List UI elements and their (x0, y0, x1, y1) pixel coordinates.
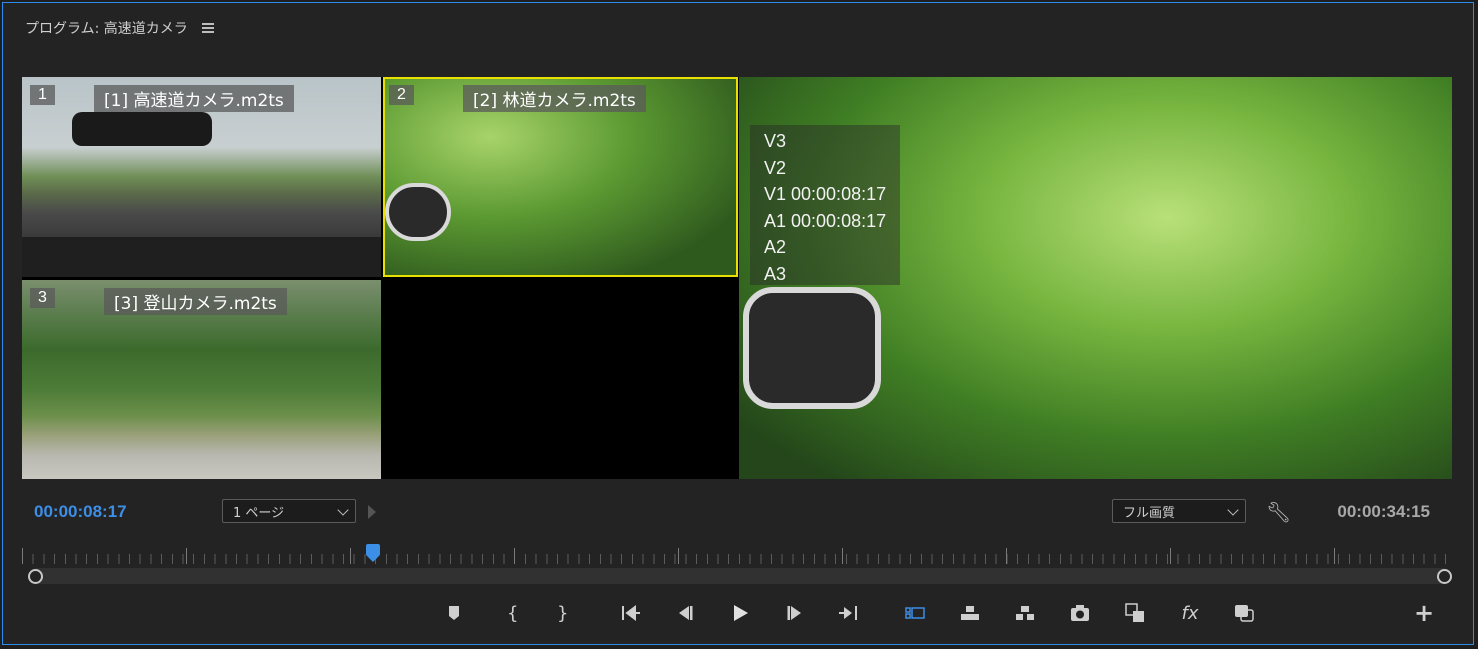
time-ruler[interactable] (22, 540, 1452, 566)
camera-1-tile[interactable]: 1 [1] 高速道カメラ.m2ts (22, 77, 381, 277)
playback-quality-select[interactable]: フル画質 (1112, 499, 1246, 523)
zoom-handle-right[interactable] (1437, 569, 1452, 584)
page-select-value: 1 ページ (233, 505, 285, 521)
next-page-icon[interactable] (368, 505, 376, 519)
empty-camera-tile (383, 280, 738, 479)
track-timecode-list: V3 V2 V1 00:00:08:17 A1 00:00:08:17 A2 A… (764, 128, 886, 287)
multicam-view-icon[interactable] (900, 598, 930, 628)
camera-2-number: 2 (389, 85, 414, 105)
track-v1: V1 00:00:08:17 (764, 184, 887, 204)
comparison-view-icon[interactable] (1120, 598, 1150, 628)
wrench-icon[interactable]: 🔧︎ (1266, 500, 1291, 524)
export-frame-icon[interactable] (1065, 598, 1095, 628)
camera-1-number: 1 (30, 85, 55, 105)
multicam-viewer: 1 [1] 高速道カメラ.m2ts 2 [2] 林道カメラ.m2ts 3 [3]… (22, 77, 1452, 479)
duration-timecode: 00:00:34:15 (1337, 502, 1430, 521)
svg-text:{: { (507, 603, 518, 624)
track-a2: A2 (764, 237, 787, 257)
camera-2-name: [2] 林道カメラ.m2ts (463, 85, 646, 112)
camera-3-number: 3 (30, 288, 55, 308)
camera-3-tile[interactable]: 3 [3] 登山カメラ.m2ts (22, 280, 381, 479)
camera-1-name: [1] 高速道カメラ.m2ts (94, 85, 294, 112)
current-timecode[interactable]: 00:00:08:17 (34, 502, 127, 522)
play-icon[interactable] (725, 598, 755, 628)
track-a3: A3 (764, 263, 787, 284)
quality-select-value: フル画質 (1123, 505, 1176, 521)
track-v3: V3 (764, 131, 787, 151)
marker-icon[interactable] (439, 598, 469, 628)
page-select[interactable]: 1 ページ (222, 499, 356, 523)
step-back-icon[interactable] (670, 598, 700, 628)
add-button-icon[interactable]: + (1409, 598, 1439, 628)
track-a1: A1 00:00:08:17 (764, 210, 887, 231)
go-to-in-icon[interactable] (616, 598, 646, 628)
playhead[interactable] (366, 544, 380, 562)
zoom-scroll-bar[interactable] (30, 568, 1450, 584)
mark-out-icon[interactable]: } (546, 598, 576, 628)
lift-icon[interactable] (955, 598, 985, 628)
panel-header: プログラム: 高速道カメラ (25, 17, 214, 39)
panel-title[interactable]: プログラム: 高速道カメラ (25, 18, 188, 38)
panel-menu-icon[interactable] (201, 23, 214, 33)
ruler-major-ticks (22, 548, 1452, 564)
extract-icon[interactable] (1010, 598, 1040, 628)
proxy-toggle-icon[interactable] (1229, 598, 1259, 628)
chevron-down-icon (337, 504, 349, 516)
go-to-out-icon[interactable] (833, 598, 863, 628)
mark-in-icon[interactable]: { (496, 598, 526, 628)
track-v2: V2 (764, 157, 787, 178)
zoom-handle-left[interactable] (28, 569, 43, 584)
chevron-down-icon (1227, 504, 1239, 516)
camera-2-tile[interactable]: 2 [2] 林道カメラ.m2ts (383, 77, 738, 277)
svg-text:}: } (557, 603, 568, 624)
fx-icon[interactable]: fx (1175, 598, 1205, 628)
camera-3-name: [3] 登山カメラ.m2ts (104, 288, 287, 315)
step-forward-icon[interactable] (780, 598, 810, 628)
